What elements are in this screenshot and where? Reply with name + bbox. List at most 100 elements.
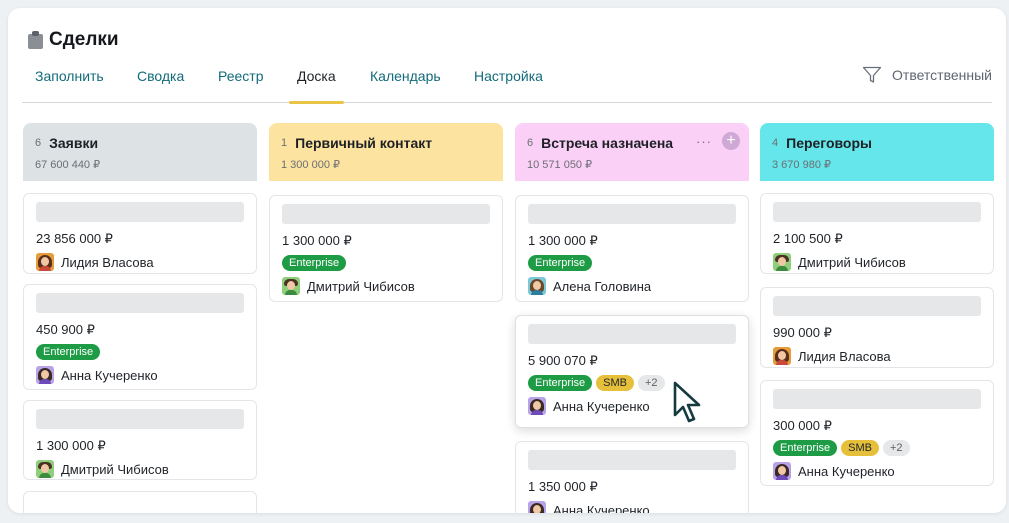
card-responsible: Лидия Власова [773, 347, 981, 365]
card-responsible: Алена Головина [528, 277, 736, 295]
avatar-icon [773, 253, 791, 271]
filter-label: Ответственный [892, 67, 992, 83]
deal-card[interactable]: 1 350 000 ₽ Анна Кучеренко [515, 441, 749, 513]
card-amount: 1 300 000 ₽ [36, 438, 106, 453]
column-actions: ··· + [696, 132, 740, 150]
column-header: 1 Первичный контакт 1 300 000 ₽ [269, 123, 503, 181]
card-tags: Enterprise SMB +2 [773, 440, 981, 456]
tag-badge: Enterprise [36, 344, 101, 360]
person-name: Анна Кучеренко [798, 463, 895, 479]
mouse-cursor-icon [673, 381, 703, 430]
card-responsible: Дмитрий Чибисов [773, 253, 981, 271]
more-tags-badge[interactable]: +2 [882, 440, 910, 456]
tag-badge: Enterprise [528, 255, 593, 271]
column-first-contact: 1 Первичный контакт 1 300 000 ₽ 1 300 00… [269, 123, 503, 302]
card-amount: 1 350 000 ₽ [528, 479, 598, 494]
card-responsible: Анна Кучеренко [773, 462, 981, 480]
add-card-button[interactable]: + [722, 132, 740, 150]
card-responsible: Анна Кучеренко [528, 501, 736, 513]
card-amount: 5 900 070 ₽ [528, 353, 598, 368]
card-responsible: Лидия Власова [36, 253, 244, 271]
column-name: Встреча назначена [541, 135, 674, 151]
card-title-placeholder [36, 202, 244, 222]
card-title-placeholder [773, 202, 981, 222]
person-name: Анна Кучеренко [553, 398, 650, 414]
card-title-placeholder [528, 324, 736, 344]
column-count: 1 [281, 137, 288, 149]
deal-card[interactable] [23, 491, 257, 513]
deal-card[interactable]: 5 900 070 ₽ Enterprise SMB +2 Анна Кучер… [515, 315, 749, 428]
card-amount: 990 000 ₽ [773, 325, 832, 340]
column-sum: 1 300 000 ₽ [281, 159, 340, 171]
column-count: 6 [527, 137, 534, 149]
tab-summary[interactable]: Сводка [137, 65, 184, 103]
tag-badge: SMB [841, 440, 879, 456]
person-name: Лидия Власова [798, 348, 891, 364]
column-sum: 3 670 980 ₽ [772, 159, 831, 171]
person-name: Анна Кучеренко [553, 502, 650, 514]
tab-fill[interactable]: Заполнить [35, 65, 104, 103]
avatar-icon [36, 366, 54, 384]
avatar-icon [528, 277, 546, 295]
person-name: Дмитрий Чибисов [307, 278, 415, 294]
card-amount: 23 856 000 ₽ [36, 231, 113, 246]
avatar-icon [36, 460, 54, 478]
person-name: Лидия Власова [61, 254, 154, 270]
column-count: 6 [35, 137, 42, 149]
column-name: Заявки [49, 135, 99, 151]
more-options-icon[interactable]: ··· [696, 134, 712, 149]
person-name: Алена Головина [553, 278, 652, 294]
card-title-placeholder [773, 296, 981, 316]
column-negotiation: 4 Переговоры 3 670 980 ₽ 2 100 500 ₽ Дми… [760, 123, 994, 486]
active-tab-underline [289, 101, 344, 104]
avatar-icon [773, 347, 791, 365]
deal-card[interactable]: 1 300 000 ₽ Дмитрий Чибисов [23, 400, 257, 480]
tag-badge: Enterprise [528, 375, 593, 391]
more-tags-badge[interactable]: +2 [637, 375, 665, 391]
card-amount: 1 300 000 ₽ [528, 233, 598, 248]
card-tags: Enterprise [36, 344, 244, 360]
deal-card[interactable]: 23 856 000 ₽ Лидия Власова [23, 193, 257, 274]
card-tags: Enterprise SMB +2 [528, 375, 736, 391]
app-window: Сделки Заполнить Сводка Реестр Доска Кал… [8, 8, 1006, 513]
tab-calendar[interactable]: Календарь [370, 65, 441, 103]
deal-card[interactable]: 450 900 ₽ Enterprise Анна Кучеренко [23, 284, 257, 390]
card-title-placeholder [36, 409, 244, 429]
person-name: Дмитрий Чибисов [798, 254, 906, 270]
card-amount: 300 000 ₽ [773, 418, 832, 433]
card-responsible: Дмитрий Чибисов [282, 277, 490, 295]
avatar-icon [528, 501, 546, 513]
card-responsible: Анна Кучеренко [36, 366, 244, 384]
deal-card[interactable]: 990 000 ₽ Лидия Власова [760, 287, 994, 368]
page-title-text: Сделки [49, 29, 119, 50]
column-sum: 67 600 440 ₽ [35, 159, 101, 171]
tab-registry[interactable]: Реестр [218, 65, 264, 103]
column-header: 6 Встреча назначена 10 571 050 ₽ ··· + [515, 123, 749, 181]
avatar-icon [282, 277, 300, 295]
tab-settings[interactable]: Настройка [474, 65, 543, 103]
avatar-icon [36, 253, 54, 271]
person-name: Дмитрий Чибисов [61, 461, 169, 477]
column-meeting-scheduled: 6 Встреча назначена 10 571 050 ₽ ··· + 1… [515, 123, 749, 513]
deal-card[interactable]: 2 100 500 ₽ Дмитрий Чибисов [760, 193, 994, 274]
card-responsible: Анна Кучеренко [528, 397, 736, 415]
tag-badge: Enterprise [282, 255, 347, 271]
view-tabs: Заполнить Сводка Реестр Доска Календарь … [22, 65, 992, 104]
deal-card[interactable]: 300 000 ₽ Enterprise SMB +2 Анна Кучерен… [760, 380, 994, 486]
column-name: Первичный контакт [295, 135, 433, 151]
tab-board-label: Доска [297, 68, 336, 84]
filter-responsible[interactable]: Ответственный [862, 66, 992, 84]
avatar-icon [773, 462, 791, 480]
card-tags: Enterprise [528, 255, 736, 271]
card-amount: 450 900 ₽ [36, 322, 95, 337]
tab-board[interactable]: Доска [289, 65, 344, 104]
tag-badge: SMB [596, 375, 634, 391]
clipboard-icon [28, 31, 43, 49]
card-title-placeholder [528, 204, 736, 224]
deal-card[interactable]: 1 300 000 ₽ Enterprise Дмитрий Чибисов [269, 195, 503, 302]
card-title-placeholder [528, 450, 736, 470]
deal-card[interactable]: 1 300 000 ₽ Enterprise Алена Головина [515, 195, 749, 302]
card-amount: 1 300 000 ₽ [282, 233, 352, 248]
card-responsible: Дмитрий Чибисов [36, 460, 244, 478]
card-amount: 2 100 500 ₽ [773, 231, 843, 246]
